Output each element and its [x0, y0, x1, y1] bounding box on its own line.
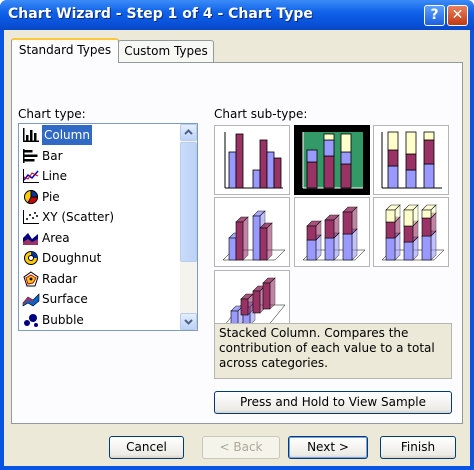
next-button[interactable]: Next >: [288, 436, 368, 459]
chart-type-item-area[interactable]: Area: [20, 228, 180, 248]
chart-type-item-surface[interactable]: Surface: [20, 289, 180, 309]
chart-type-item-bar[interactable]: Bar: [20, 146, 180, 166]
chevron-down-icon: [184, 319, 193, 325]
back-button[interactable]: < Back: [202, 436, 280, 459]
chart-type-item-column[interactable]: Column: [20, 125, 180, 145]
chart-type-item-xy-scatter[interactable]: XY (Scatter): [20, 207, 180, 227]
subtype-100-percent-stacked-column[interactable]: [373, 125, 449, 195]
subtype-3d-clustered-column[interactable]: [214, 197, 290, 267]
chart-type-item-label: Bar: [42, 148, 63, 163]
chart-type-item-bubble[interactable]: Bubble: [20, 310, 180, 330]
chart-type-item-label: XY (Scatter): [42, 210, 115, 224]
finish-button[interactable]: Finish: [380, 436, 456, 459]
chart-type-scrollbar[interactable]: [180, 124, 197, 330]
clustered-column-thumbnail-icon: [224, 132, 283, 189]
window-title: Chart Wizard - Step 1 of 4 - Chart Type: [8, 6, 313, 22]
subtype-3d-stacked-column[interactable]: [294, 197, 370, 267]
doughnut-chart-icon: [24, 251, 38, 265]
subtype-stacked-column[interactable]: [294, 125, 370, 195]
tab-custom-types[interactable]: Custom Types: [118, 40, 214, 62]
scroll-down-button[interactable]: [180, 313, 197, 330]
line-chart-icon: [23, 169, 39, 183]
radar-chart-icon: [23, 270, 39, 286]
3d-clustered-column-thumbnail-icon: [222, 210, 286, 261]
tab-panel-standard-types: Chart type: Chart sub-type: Column Bar Lin…: [11, 62, 463, 424]
area-chart-icon: [23, 232, 38, 245]
tab-standard-types[interactable]: Standard Types: [11, 38, 119, 63]
dialog-body: Standard Types Custom Types Chart type: …: [4, 30, 470, 466]
3d-stacked-column-thumbnail-icon: [302, 206, 366, 261]
scroll-up-button[interactable]: [180, 124, 197, 141]
3d-100-percent-stacked-column-thumbnail-icon: [381, 204, 445, 261]
surface-chart-icon: [22, 293, 40, 307]
chart-type-item-label: Bubble: [42, 312, 84, 327]
chart-type-item-radar[interactable]: Radar: [20, 269, 180, 289]
chart-type-list[interactable]: Column Bar Line Pie XY (Scatter) Area Doughnut…: [18, 123, 198, 331]
chart-type-item-label: Doughnut: [42, 251, 102, 265]
chart-type-item-label: Area: [42, 230, 70, 245]
chart-wizard-window: Chart Wizard - Step 1 of 4 - Chart Type …: [0, 0, 474, 470]
subtype-clustered-column[interactable]: [214, 125, 290, 195]
stacked-column-thumbnail-icon: [302, 132, 363, 189]
bar-chart-icon: [23, 148, 38, 163]
chevron-up-icon: [184, 129, 193, 135]
chart-type-item-line[interactable]: Line: [20, 166, 180, 186]
cancel-button[interactable]: Cancel: [109, 436, 184, 459]
100-percent-stacked-column-thumbnail-icon: [381, 131, 442, 189]
column-chart-icon: [23, 128, 39, 142]
view-sample-label: Press and Hold to View Sample: [239, 395, 427, 409]
chart-type-item-label: Pie: [42, 189, 60, 204]
chart-type-item-doughnut[interactable]: Doughnut: [20, 248, 180, 268]
subtype-description: Stacked Column. Compares the contributio…: [214, 323, 452, 379]
bubble-chart-icon: [24, 313, 38, 327]
pie-chart-icon: [24, 189, 39, 204]
view-sample-button[interactable]: Press and Hold to View Sample: [214, 391, 452, 414]
chart-subtype-label: Chart sub-type:: [214, 107, 308, 121]
chart-type-item-label: Radar: [42, 271, 78, 286]
chart-type-label: Chart type:: [18, 107, 86, 121]
chart-type-item-pie[interactable]: Pie: [20, 187, 180, 207]
chart-type-item-label: Surface: [42, 292, 88, 306]
scroll-thumb[interactable]: [180, 142, 197, 262]
title-bar[interactable]: Chart Wizard - Step 1 of 4 - Chart Type …: [0, 0, 474, 30]
help-button[interactable]: ?: [424, 5, 445, 26]
chart-type-item-label: Line: [42, 169, 68, 183]
scatter-chart-icon: [23, 210, 39, 224]
subtype-3d-100-percent-stacked-column[interactable]: [373, 197, 449, 267]
close-button[interactable]: ✕: [447, 5, 468, 26]
chart-type-item-label: Column: [42, 125, 92, 145]
